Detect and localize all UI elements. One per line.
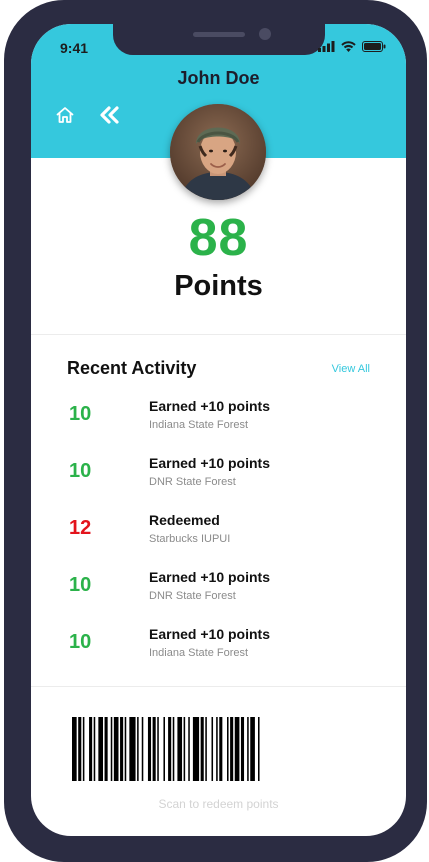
activity-location: DNR State Forest xyxy=(149,590,236,602)
page-title: John Doe xyxy=(177,68,260,88)
barcode-bar xyxy=(200,717,204,781)
barcode-bar xyxy=(163,717,165,781)
barcode-bar xyxy=(104,717,108,781)
barcode xyxy=(72,717,260,781)
activity-amount: 12 xyxy=(69,517,92,539)
activity-heading: Earned +10 points xyxy=(149,455,270,471)
signal-icon xyxy=(318,41,335,52)
barcode-bar xyxy=(172,717,175,781)
activity-heading: Earned +10 points xyxy=(149,626,270,642)
barcode-bar xyxy=(110,717,113,781)
activity-heading: Redeemed xyxy=(149,512,220,528)
points-label: Points xyxy=(174,270,263,302)
recent-activity-title: Recent Activity xyxy=(67,358,197,378)
activity-item: 12 Redeemed Starbucks IUPUI xyxy=(31,512,406,569)
activity-amount: 10 xyxy=(69,403,92,425)
barcode-bar xyxy=(258,717,260,781)
barcode-bar xyxy=(89,717,93,781)
barcode-bar xyxy=(72,717,77,781)
home-icon[interactable] xyxy=(55,105,75,125)
barcode-bar xyxy=(230,717,234,781)
barcode-bar xyxy=(177,717,183,781)
barcode-bar xyxy=(113,717,119,781)
status-time: 9:41 xyxy=(60,40,89,56)
barcode-bar xyxy=(211,717,214,781)
profile-photo xyxy=(170,104,266,200)
volume-up-button xyxy=(4,178,10,240)
barcode-bar xyxy=(216,717,218,781)
notch xyxy=(113,24,325,55)
activity-amount: 10 xyxy=(69,460,92,482)
divider xyxy=(31,686,406,687)
points-value: 88 xyxy=(188,209,249,267)
double-chevron-left-icon[interactable] xyxy=(98,105,120,125)
front-camera xyxy=(259,28,271,40)
battery-icon xyxy=(362,41,386,52)
view-all-link[interactable]: View All xyxy=(332,363,370,375)
activity-location: Indiana State Forest xyxy=(149,647,249,659)
divider xyxy=(31,334,406,335)
barcode-bar xyxy=(137,717,139,781)
barcode-bar xyxy=(240,717,245,781)
barcode-bar xyxy=(157,717,159,781)
barcode-bar xyxy=(141,717,144,781)
barcode-bar xyxy=(124,717,127,781)
barcode-bar xyxy=(250,717,255,781)
activity-item: 10 Earned +10 points Indiana State Fores… xyxy=(31,626,406,683)
avatar xyxy=(170,104,266,200)
barcode-bar xyxy=(247,717,249,781)
barcode-bar xyxy=(219,717,223,781)
barcode-bar xyxy=(93,717,96,781)
status-icons xyxy=(318,41,386,52)
barcode-bar xyxy=(78,717,82,781)
barcode-bar xyxy=(129,717,136,781)
phone-frame: 9:41 John Doe 88 Points Recent Activity … xyxy=(4,0,427,862)
barcode-bar xyxy=(227,717,229,781)
barcode-bar xyxy=(234,717,240,781)
activity-heading: Earned +10 points xyxy=(149,398,270,414)
activity-location: Starbucks IUPUI xyxy=(149,533,231,545)
barcode-bar xyxy=(82,717,85,781)
screen: 9:41 John Doe 88 Points Recent Activity … xyxy=(31,24,406,836)
power-button xyxy=(421,200,427,296)
volume-down-button xyxy=(4,256,10,318)
barcode-bar xyxy=(152,717,156,781)
barcode-bar xyxy=(183,717,186,781)
activity-heading: Earned +10 points xyxy=(149,569,270,585)
activity-item: 10 Earned +10 points DNR State Forest xyxy=(31,455,406,512)
scan-caption: Scan to redeem points xyxy=(158,797,279,811)
wifi-icon xyxy=(341,41,356,52)
activity-item: 10 Earned +10 points DNR State Forest xyxy=(31,569,406,626)
barcode-bar xyxy=(168,717,172,781)
speaker xyxy=(193,32,245,37)
activity-amount: 10 xyxy=(69,574,92,596)
barcode-bar xyxy=(188,717,190,781)
activity-amount: 10 xyxy=(69,631,92,653)
barcode-bar xyxy=(120,717,124,781)
barcode-bar xyxy=(192,717,200,781)
mute-switch xyxy=(4,116,10,148)
activity-item: 10 Earned +10 points Indiana State Fores… xyxy=(31,398,406,455)
activity-location: Indiana State Forest xyxy=(149,419,249,431)
barcode-bar xyxy=(205,717,207,781)
barcode-bar xyxy=(98,717,103,781)
barcode-bar xyxy=(147,717,152,781)
activity-location: DNR State Forest xyxy=(149,476,236,488)
